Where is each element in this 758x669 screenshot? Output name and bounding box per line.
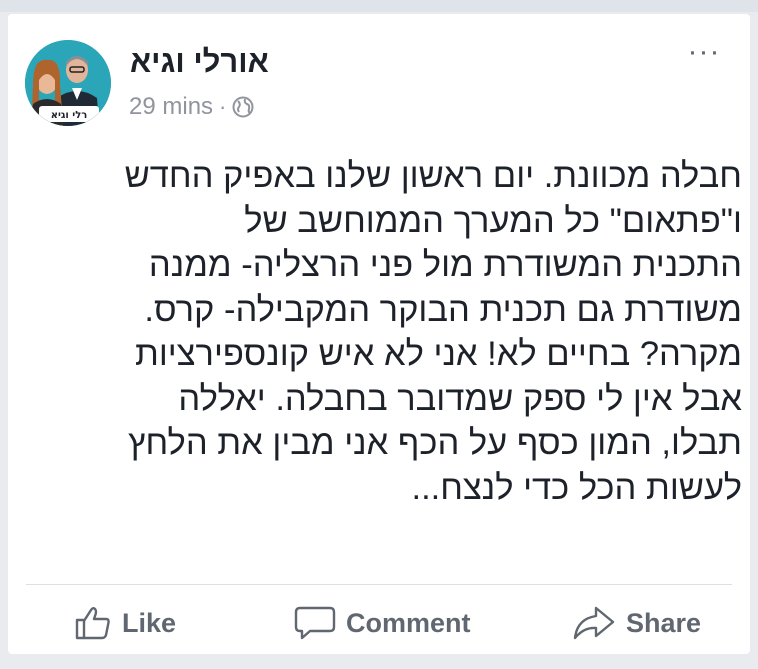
- share-arrow-icon: [573, 606, 615, 640]
- more-options-icon[interactable]: ···: [684, 37, 724, 67]
- globe-icon[interactable]: [232, 96, 254, 118]
- meta-separator: ·: [219, 94, 227, 119]
- post-timestamp[interactable]: 29 mins: [129, 93, 213, 121]
- post-body-line: אבל אין לי ספק שמדובר בחבלה. יאללה: [178, 379, 742, 418]
- share-button[interactable]: Share: [572, 597, 701, 649]
- post-body-line: משודרת גם תכנית הבוקר המקבילה- קרס.: [144, 290, 742, 329]
- post-body-line: מקרה? בחיים לא! אני לא איש קונספירציות: [134, 335, 742, 373]
- top-strip: [0, 0, 758, 12]
- avatar[interactable]: רלי וגיא: [25, 40, 111, 126]
- post-body-line: לעשות הכל כדי לנצח...: [411, 468, 742, 507]
- comment-button[interactable]: Comment: [294, 597, 471, 649]
- thumbs-up-icon: [75, 607, 110, 640]
- share-label: Share: [626, 607, 702, 638]
- avatar-caption: רלי וגיא: [51, 110, 88, 121]
- post-author[interactable]: אורלי וגיא: [130, 44, 630, 80]
- like-button[interactable]: Like: [74, 597, 176, 649]
- action-divider: [26, 584, 732, 585]
- like-label: Like: [122, 607, 177, 638]
- post-card: רלי וגיא אורלי וגיא 29 mins · ··· חבלה מ…: [8, 14, 750, 654]
- avatar-photo: רלי וגיא: [25, 40, 111, 126]
- post-meta: 29 mins ·: [129, 92, 254, 122]
- post-body-line: תבלו, המון כסף על הכף אני מבין את הלחץ: [128, 424, 742, 462]
- comment-label: Comment: [346, 607, 471, 638]
- post-body: חבלה מכוונת. יום ראשון שלנו באפיק החדש ו…: [26, 154, 742, 510]
- action-bar: Like Comment Share: [26, 597, 732, 653]
- comment-bubble-icon: [294, 606, 336, 640]
- post-body-line: התכנית המשודרת מול פני הרצליה- ממנה: [148, 246, 742, 284]
- bottom-strip: [0, 656, 758, 669]
- post-body-line: ו"פתאום" כל המערך הממוחשב של: [244, 201, 742, 240]
- post-body-line: חבלה מכוונת. יום ראשון שלנו באפיק החדש: [124, 157, 742, 195]
